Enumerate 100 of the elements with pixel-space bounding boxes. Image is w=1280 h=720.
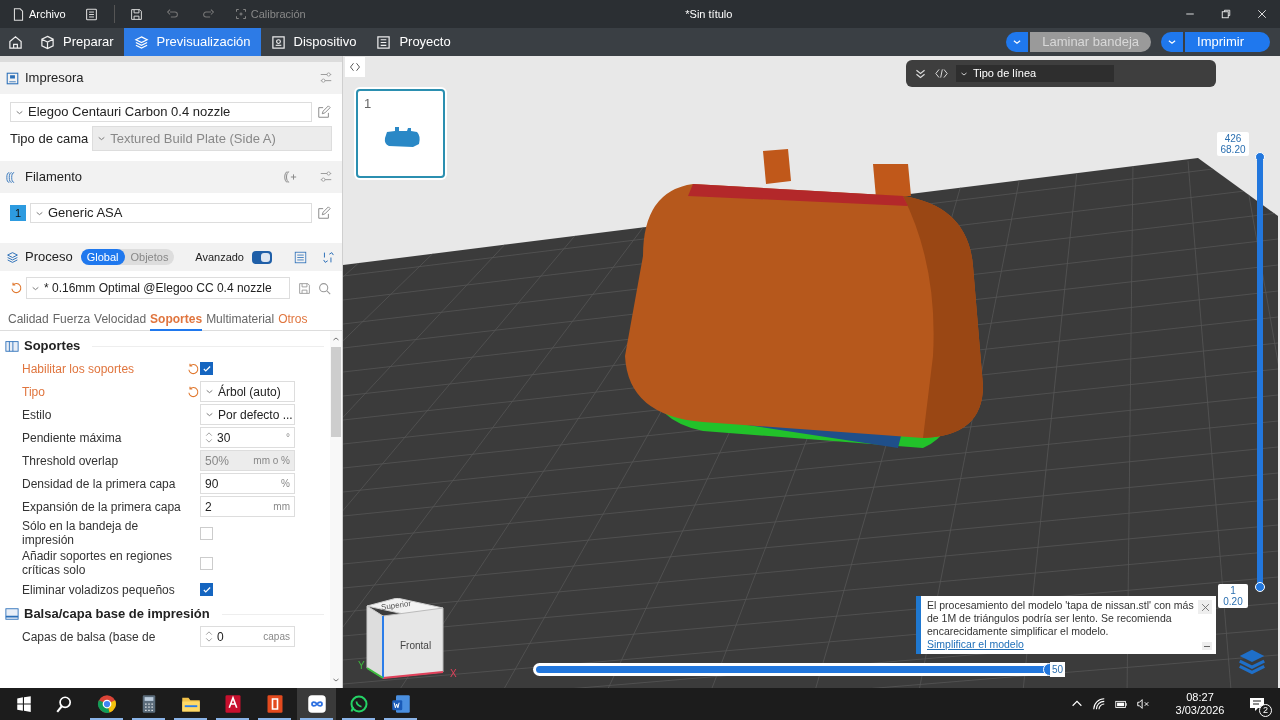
number-field[interactable]: 30 ° [200,427,295,448]
notification-message: El procesamiento del modelo 'tapa de nissan.stl' con más de 1M de triángulos podría ser lento. Se recomienda encarecidamente simplificar el modelo. [927,599,1194,638]
collapse-button[interactable] [345,57,365,77]
dropdown-button[interactable] [1006,32,1029,52]
process-preset-select[interactable]: * 0.16mm Optimal @Elegoo CC 0.4 nozzle [26,277,290,299]
redo-icon [202,7,216,21]
move-slider[interactable] [533,663,1053,676]
number-field[interactable]: 90 % [200,473,295,494]
setting-label: Estilo [22,407,53,422]
section-title: Proceso [25,248,73,267]
compare-button[interactable] [320,249,336,265]
tab[interactable]: Dispositivo [260,28,367,56]
support-icon [4,339,20,353]
reset-icon [187,385,199,398]
settings-tab[interactable]: Multimaterial [206,309,275,331]
taskbar-app[interactable] [297,688,336,720]
view-cube-drawing[interactable] [366,598,444,679]
time-text: 08:27 [1186,691,1214,704]
close-button[interactable] [1198,600,1212,614]
spinner-icon [205,630,213,643]
edit-button[interactable] [316,205,332,221]
printer-select[interactable]: Elegoo Centauri Carbon 0.4 nozzle [10,102,312,122]
message-icon [1249,696,1265,712]
date-text: 3/03/2026 [1175,704,1225,717]
printer-icon [6,71,19,85]
scrollbar-thumb[interactable] [331,347,341,437]
wifi-icon [1092,697,1106,711]
document-icon [12,7,25,21]
tab[interactable]: Previsualización [123,28,261,56]
number-field[interactable]: 2 mm [200,496,295,517]
setting-label: Habilitar los soportes [22,361,136,376]
section-title: Impresora [25,69,84,88]
search-icon [317,281,331,295]
settings-tab[interactable]: Calidad [8,309,49,331]
dropdown[interactable]: Árbol (auto) [200,381,295,402]
checkbox[interactable] [200,526,213,540]
list-button[interactable] [292,249,308,265]
layers-icon [133,34,149,50]
chevron-down-icon [1012,37,1023,47]
save-icon [297,281,311,295]
simplify-link[interactable]: Simplificar el modelo [927,638,1024,650]
checkbox[interactable] [200,556,213,570]
print-button[interactable]: Imprimir [1185,32,1270,52]
word-app-icon [390,694,411,714]
chevron-down-icon[interactable] [332,676,340,684]
setting-label: Expansión de la primera capa [22,499,182,514]
settings-tab[interactable]: Fuerza [52,309,91,331]
edit-button[interactable] [316,104,332,120]
section-title: Soportes [24,337,81,356]
dropdown-button[interactable] [1161,32,1184,52]
model-thumbnail-icon [383,126,421,148]
checkbox[interactable] [200,362,213,375]
chat-bubble-icon [348,694,369,714]
setting-label: Sólo en la bandeja de impresión [22,519,140,547]
layer-height: 0.20 [1223,596,1243,607]
settings-tab[interactable]: Velocidad [94,309,147,331]
speaker-muted-icon [1136,697,1150,711]
filament-select[interactable]: Generic ASA [30,203,312,223]
double-chevron-icon [914,67,927,80]
save-icon [130,7,144,21]
chevron-down-icon [205,387,214,396]
restore-icon [1220,8,1232,20]
frame-icon [234,8,247,20]
minimize-button[interactable] [1202,642,1212,650]
search-icon [55,695,73,713]
toggle-switch[interactable] [252,250,272,264]
tab[interactable]: Preparar [30,28,124,56]
layer-slider[interactable] [1255,152,1265,592]
list-icon [376,34,392,50]
line-type-select[interactable]: Tipo de línea [956,65,1114,82]
spool-plus-icon [283,170,297,184]
chevron-up-icon[interactable] [332,335,340,343]
chevron-down-icon [97,134,107,143]
clock[interactable]: 08:27 3/03/2026 [1160,688,1240,720]
tab[interactable]: Proyecto [366,28,461,56]
dropdown[interactable]: Por defecto ... [200,404,295,425]
sliders-icon [319,71,333,85]
plate-thumbnail[interactable]: 1 [356,89,445,178]
edit-icon [317,105,331,119]
slider-value: 50 [1050,662,1066,677]
checkbox[interactable] [200,583,213,596]
setting-label: Capas de balsa (base de [22,629,157,644]
check-icon [201,584,212,595]
code-icon [935,67,948,80]
scope-toggle[interactable]: Global [80,249,125,265]
calibration-menu[interactable]: Calibración [234,5,306,23]
cube-icon [40,34,55,50]
layers-icon [6,250,19,264]
window-title: *Sin título [684,6,734,22]
section-title: Filamento [25,168,83,187]
number-field[interactable]: 0 capas [200,626,295,647]
add-filament-button[interactable] [282,169,298,185]
list-icon [293,250,307,264]
notifications-button[interactable]: 2 [1240,688,1274,720]
raft-icon [4,607,20,621]
check-icon [201,363,212,374]
chevron-down-icon [1167,37,1178,47]
sliders-icon [319,170,333,184]
file-menu[interactable]: Archivo [4,2,74,26]
browser-icon [96,694,117,714]
